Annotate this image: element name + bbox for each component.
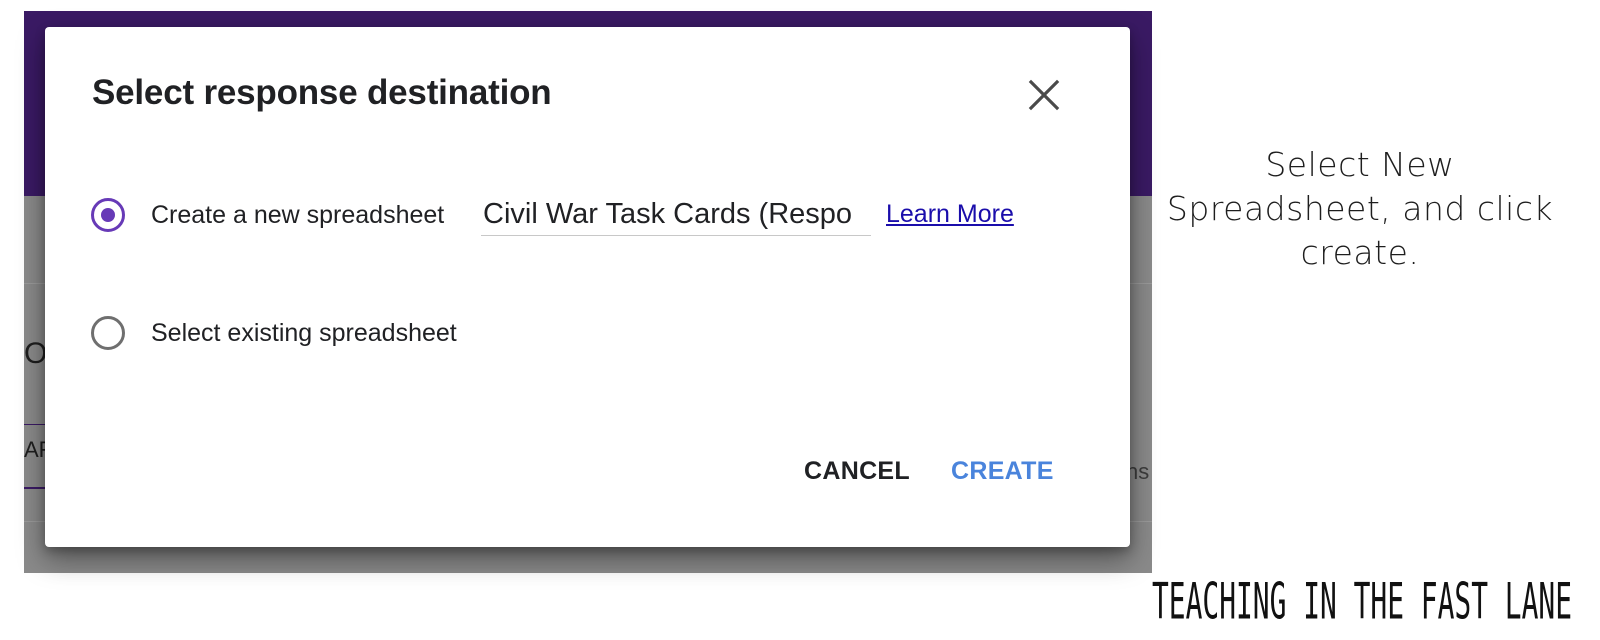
option-label-select-existing[interactable]: Select existing spreadsheet	[151, 319, 457, 348]
response-destination-dialog: Select response destination Create a new…	[45, 27, 1130, 547]
radio-dot	[101, 208, 115, 222]
instruction-text: Select New Spreadsheet, and click create…	[1166, 145, 1554, 272]
svg-text:TEACHING IN THE FAST LANE: TEACHING IN THE FAST LANE	[1152, 572, 1572, 630]
spreadsheet-name-input[interactable]	[481, 194, 871, 236]
close-icon[interactable]	[1027, 78, 1061, 112]
cancel-button[interactable]: CANCEL	[804, 457, 910, 486]
dialog-title: Select response destination	[92, 73, 552, 112]
radio-create-new-spreadsheet[interactable]	[91, 198, 125, 232]
teaching-in-the-fast-lane-logo: TEACHING IN THE FAST LANE	[1152, 570, 1592, 631]
background-text: O	[24, 337, 48, 370]
create-button[interactable]: CREATE	[951, 457, 1054, 486]
learn-more-link[interactable]: Learn More	[886, 200, 1014, 229]
option-label-create-new[interactable]: Create a new spreadsheet	[151, 201, 444, 230]
radio-select-existing-spreadsheet[interactable]	[91, 316, 125, 350]
